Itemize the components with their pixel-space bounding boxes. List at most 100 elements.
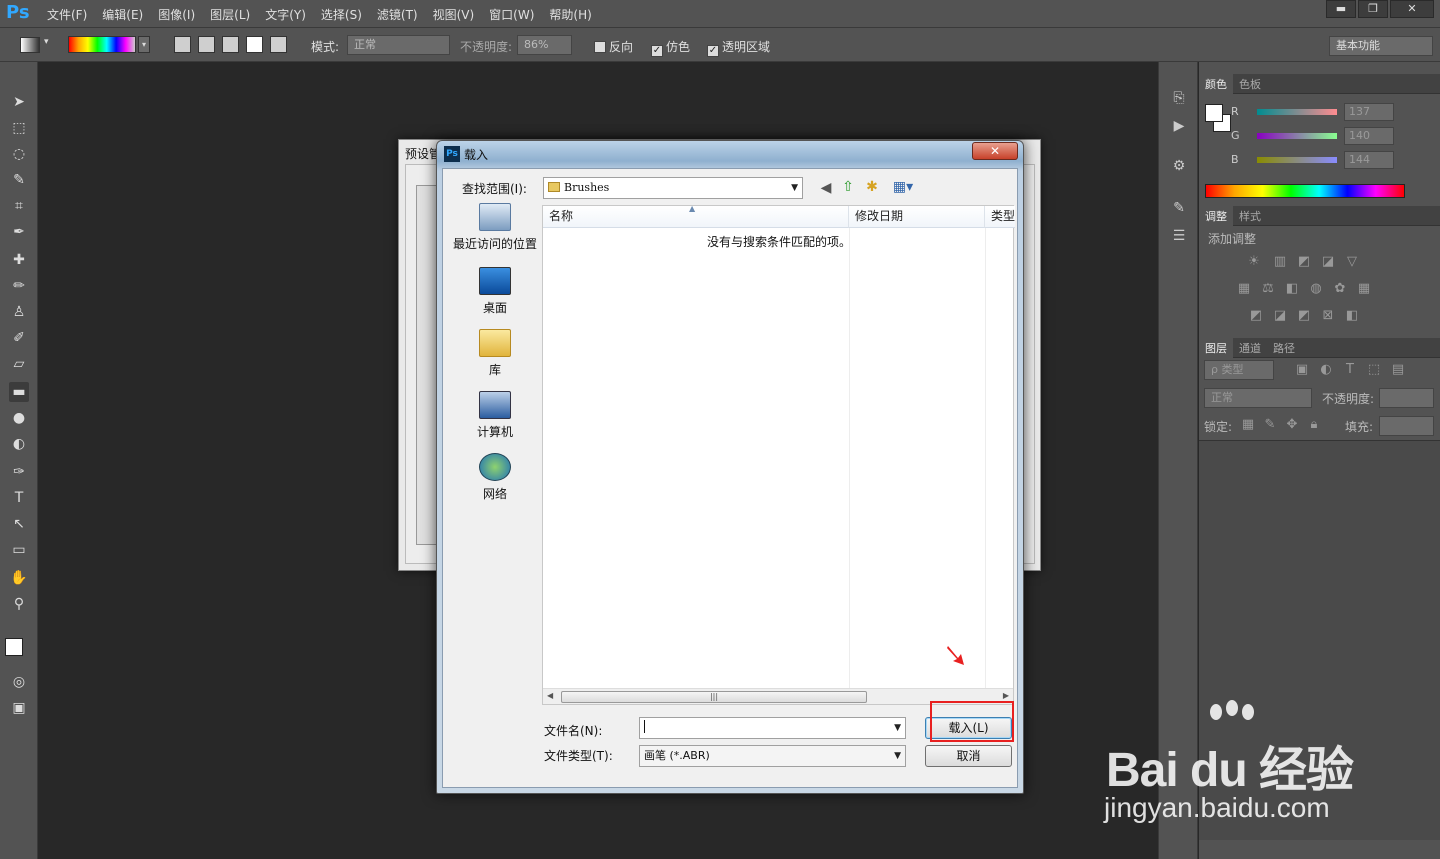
crop-tool-icon[interactable]: ⌗ [9, 196, 29, 216]
place-desktop[interactable]: 桌面 [449, 267, 541, 316]
menu-file[interactable]: 文件(F) [47, 6, 87, 23]
gradient-picker-chevron-icon[interactable]: ▾ [138, 36, 150, 53]
hand-tool-icon[interactable]: ✋ [9, 568, 29, 588]
invert-icon[interactable]: ◩ [1247, 307, 1265, 325]
menu-type[interactable]: 文字(Y) [265, 6, 306, 23]
tab-paths[interactable]: 路径 [1267, 338, 1301, 358]
properties-panel-icon[interactable]: ⚙ [1169, 156, 1189, 176]
filter-shape-icon[interactable]: ⬚ [1365, 361, 1383, 379]
color-lookup-icon[interactable]: ▦ [1355, 280, 1373, 298]
quick-mask-icon[interactable]: ◎ [9, 672, 29, 692]
black-white-icon[interactable]: ◧ [1283, 280, 1301, 298]
filetype-select[interactable]: 画笔 (*.ABR) ▼ [639, 745, 906, 767]
pen-tool-icon[interactable]: ✑ [9, 462, 29, 482]
column-name[interactable]: 名称 ▲ [543, 204, 849, 228]
layer-filter-select[interactable]: ρ 类型 [1204, 360, 1274, 380]
color-spectrum-bar[interactable] [1205, 184, 1405, 198]
filter-adjustment-icon[interactable]: ◐ [1317, 361, 1335, 379]
history-brush-tool-icon[interactable]: ✐ [9, 328, 29, 348]
menu-view[interactable]: 视图(V) [433, 6, 475, 23]
quick-select-tool-icon[interactable]: ✎ [9, 170, 29, 190]
tab-channels[interactable]: 通道 [1233, 338, 1267, 358]
exposure-icon[interactable]: ◪ [1319, 253, 1337, 271]
tab-styles[interactable]: 样式 [1233, 206, 1267, 226]
fg-color-chip[interactable] [1205, 104, 1223, 122]
brush-tool-icon[interactable]: ✏ [9, 276, 29, 296]
blue-value[interactable]: 144 [1344, 151, 1394, 169]
tab-adjustments[interactable]: 调整 [1199, 206, 1233, 226]
column-type[interactable]: 类型 [985, 206, 1015, 228]
blur-tool-icon[interactable]: ● [9, 408, 29, 428]
file-list[interactable]: 名称 ▲ 修改日期 类型 没有与搜索条件匹配的项。 ◀ ||| ▶ [542, 204, 1015, 705]
filter-type-icon[interactable]: T [1341, 361, 1359, 379]
eyedropper-tool-icon[interactable]: ✒ [9, 222, 29, 242]
marquee-tool-icon[interactable]: ⬚ [9, 118, 29, 138]
history-panel-icon[interactable]: ⎘ [1169, 88, 1189, 108]
dialog-close-button[interactable]: ✕ [972, 142, 1018, 160]
gradient-map-icon[interactable]: ◧ [1343, 307, 1361, 325]
new-folder-icon[interactable]: ✱ [863, 178, 881, 196]
scrollbar-thumb[interactable]: ||| [561, 691, 867, 703]
close-app-button[interactable]: ✕ [1390, 0, 1434, 18]
place-network[interactable]: 网络 [449, 453, 541, 502]
filename-input[interactable]: ▼ [639, 717, 906, 739]
screen-mode-icon[interactable]: ▣ [9, 698, 29, 718]
levels-icon[interactable]: ▥ [1271, 253, 1289, 271]
reflected-gradient-button[interactable] [246, 36, 263, 53]
look-in-combo[interactable]: Brushes ▼ [543, 177, 803, 199]
hue-saturation-icon[interactable]: ▦ [1235, 280, 1253, 298]
foreground-color-swatch[interactable] [5, 638, 23, 656]
stamp-tool-icon[interactable]: ♙ [9, 302, 29, 322]
selective-color-icon[interactable]: ⊠ [1319, 307, 1337, 325]
reverse-checkbox[interactable]: 反向 [594, 38, 633, 55]
angle-gradient-button[interactable] [222, 36, 239, 53]
filter-pixel-icon[interactable]: ▣ [1293, 361, 1311, 379]
blend-mode-select[interactable]: 正常 [1204, 388, 1312, 408]
tab-layers[interactable]: 图层 [1199, 338, 1233, 358]
tool-preset-chevron-icon[interactable]: ▾ [44, 37, 49, 47]
menu-layer[interactable]: 图层(L) [210, 6, 250, 23]
lock-position-icon[interactable]: ✥ [1283, 416, 1301, 434]
cancel-button[interactable]: 取消 [925, 745, 1012, 767]
gradient-swatch[interactable] [68, 36, 136, 53]
tab-swatches[interactable]: 色板 [1233, 74, 1267, 94]
menu-window[interactable]: 窗口(W) [489, 6, 534, 23]
brightness-icon[interactable]: ☀ [1245, 253, 1263, 271]
move-tool-icon[interactable]: ➤ [9, 92, 29, 112]
healing-brush-tool-icon[interactable]: ✚ [9, 250, 29, 270]
red-slider[interactable] [1257, 109, 1337, 115]
gradient-tool-icon[interactable]: ▬ [9, 382, 29, 402]
actions-panel-icon[interactable]: ▶ [1169, 116, 1189, 136]
tab-color[interactable]: 颜色 [1199, 74, 1233, 94]
curves-icon[interactable]: ◩ [1295, 253, 1313, 271]
lasso-tool-icon[interactable]: ◌ [9, 144, 29, 164]
scroll-left-icon[interactable]: ◀ [547, 691, 553, 700]
vibrance-icon[interactable]: ▽ [1343, 253, 1361, 271]
brush-panel-icon[interactable]: ✎ [1169, 198, 1189, 218]
menu-filter[interactable]: 滤镜(T) [377, 6, 418, 23]
radial-gradient-button[interactable] [198, 36, 215, 53]
type-tool-icon[interactable]: T [9, 488, 29, 508]
channel-mixer-icon[interactable]: ✿ [1331, 280, 1349, 298]
menu-image[interactable]: 图像(I) [158, 6, 195, 23]
path-select-tool-icon[interactable]: ↖ [9, 514, 29, 534]
zoom-tool-icon[interactable]: ⚲ [9, 594, 29, 614]
green-value[interactable]: 140 [1344, 127, 1394, 145]
restore-button[interactable]: ❐ [1358, 0, 1388, 18]
back-icon[interactable]: ◀ [817, 179, 835, 197]
column-modified-date[interactable]: 修改日期 [849, 206, 985, 228]
blue-slider[interactable] [1257, 157, 1337, 163]
lock-all-icon[interactable]: 🔒︎ [1305, 416, 1323, 434]
green-slider[interactable] [1257, 133, 1337, 139]
minimize-button[interactable]: ▬ [1326, 0, 1356, 18]
linear-gradient-button[interactable] [174, 36, 191, 53]
opacity-input[interactable]: 86% [517, 35, 572, 55]
workspace-select[interactable]: 基本功能 [1329, 36, 1433, 56]
up-folder-icon[interactable]: ⇧ [839, 178, 857, 196]
menu-edit[interactable]: 编辑(E) [102, 6, 143, 23]
threshold-icon[interactable]: ◩ [1295, 307, 1313, 325]
red-value[interactable]: 137 [1344, 103, 1394, 121]
eraser-tool-icon[interactable]: ▱ [9, 354, 29, 374]
transparency-checkbox[interactable]: ✓ 透明区域 [707, 38, 770, 57]
place-recent[interactable]: 最近访问的位置 [449, 203, 541, 252]
